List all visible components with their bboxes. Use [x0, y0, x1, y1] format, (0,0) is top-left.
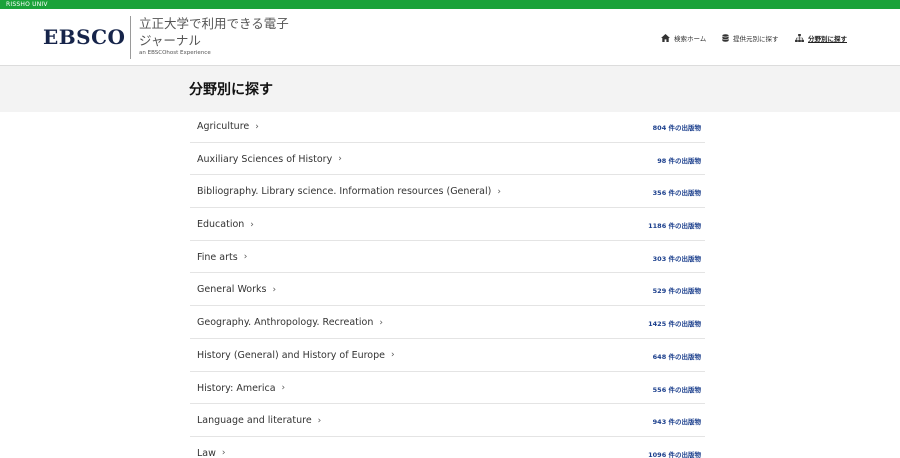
subject-link[interactable]: Auxiliary Sciences of History ›: [197, 154, 342, 165]
publication-count: 943 件の出版物: [652, 418, 701, 427]
publication-count: 98 件の出版物: [657, 156, 701, 165]
chevron-right-icon: ›: [250, 219, 254, 230]
subject-name: General Works: [197, 284, 267, 296]
subject-row[interactable]: Geography. Anthropology. Recreation › 142…: [190, 306, 705, 339]
subject-name: Agriculture: [197, 121, 250, 132]
chevron-right-icon: ›: [379, 317, 383, 328]
subject-link[interactable]: Language and literature ›: [197, 415, 321, 426]
subject-link[interactable]: History (General) and History of Europe ›: [197, 350, 395, 361]
publication-count: 356 件の出版物: [652, 189, 701, 198]
subject-name: History: America: [197, 382, 276, 394]
ebsco-logo[interactable]: EBSCO: [43, 25, 125, 49]
header-divider: [130, 16, 131, 59]
subject-name: Law: [197, 447, 216, 458]
publication-count: 1425 件の出版物: [648, 320, 701, 329]
subject-row[interactable]: Education › 1186 件の出版物: [190, 208, 705, 241]
site-header: EBSCO 立正大学で利用できる電子ジャーナル an EBSCOhost Exp…: [0, 9, 900, 66]
page-title: 分野別に探す: [189, 82, 273, 98]
chevron-right-icon: ›: [497, 186, 501, 197]
subject-row[interactable]: Language and literature › 943 件の出版物: [190, 404, 705, 437]
subject-name: History (General) and History of Europe: [197, 349, 385, 361]
subject-row[interactable]: Bibliography. Library science. Informati…: [190, 175, 705, 209]
subject-name: Auxiliary Sciences of History: [197, 153, 333, 165]
subject-row[interactable]: Agriculture › 804 件の出版物: [190, 110, 705, 143]
page-title-band: [0, 66, 900, 112]
nav-browse-by-provider[interactable]: 提供元別に探す: [722, 33, 779, 43]
subject-row[interactable]: Auxiliary Sciences of History › 98 件の出版物: [190, 143, 705, 176]
publication-count: 556 件の出版物: [652, 385, 701, 394]
subject-list: Agriculture › 804 件の出版物 Auxiliary Science…: [190, 110, 705, 458]
chevron-right-icon: ›: [281, 383, 286, 393]
nav-search-home[interactable]: 検索ホーム: [661, 33, 706, 43]
site-subtitle: an EBSCOhost Experience: [139, 50, 211, 56]
subject-link[interactable]: Bibliography. Library science. Informati…: [197, 186, 501, 197]
chevron-right-icon: ›: [221, 448, 226, 458]
subject-link[interactable]: Law ›: [197, 448, 226, 458]
nav-browse-by-subject-label: 分野別に探す: [808, 35, 847, 43]
database-icon: [722, 34, 729, 42]
nav-browse-by-provider-label: 提供元別に探す: [733, 35, 779, 43]
subject-link[interactable]: Fine arts ›: [197, 252, 247, 263]
top-institution-bar: RISSHO UNIV: [0, 0, 900, 9]
chevron-right-icon: ›: [255, 121, 259, 132]
subject-link[interactable]: Education ›: [197, 219, 254, 230]
chevron-right-icon: ›: [272, 284, 277, 295]
subject-link[interactable]: Agriculture ›: [197, 121, 259, 132]
subject-row[interactable]: History (General) and History of Europe ›…: [190, 339, 705, 372]
subject-row[interactable]: General Works › 529 件の出版物: [190, 273, 705, 307]
subject-name: Geography. Anthropology. Recreation: [197, 317, 374, 329]
nav-browse-by-subject[interactable]: 分野別に探す: [795, 33, 847, 43]
publication-count: 529 件の出版物: [652, 287, 701, 296]
publication-count: 804 件の出版物: [652, 124, 701, 132]
site-title[interactable]: 立正大学で利用できる電子ジャーナル: [139, 15, 299, 49]
publication-count: 303 件の出版物: [652, 254, 701, 263]
publication-count: 648 件の出版物: [652, 352, 701, 361]
subject-row[interactable]: Law › 1096 件の出版物: [190, 437, 705, 458]
subject-name: Fine arts: [197, 251, 238, 263]
institution-name: RISSHO UNIV: [6, 1, 48, 8]
home-icon: [661, 34, 670, 42]
publication-count: 1096 件の出版物: [648, 450, 701, 458]
chevron-right-icon: ›: [338, 154, 342, 165]
subject-link[interactable]: History: America ›: [197, 383, 285, 394]
subject-name: Bibliography. Library science. Informati…: [197, 186, 492, 198]
subject-row[interactable]: Fine arts › 303 件の出版物: [190, 241, 705, 274]
subject-row[interactable]: History: America › 556 件の出版物: [190, 372, 705, 405]
subject-name: Language and literature: [197, 415, 312, 427]
chevron-right-icon: ›: [390, 350, 395, 361]
nav-search-home-label: 検索ホーム: [674, 35, 707, 43]
subject-name: Education: [197, 219, 245, 231]
sitemap-icon: [795, 34, 804, 42]
subject-link[interactable]: General Works ›: [197, 284, 276, 295]
chevron-right-icon: ›: [243, 252, 248, 263]
subject-link[interactable]: Geography. Anthropology. Recreation ›: [197, 317, 383, 328]
chevron-right-icon: ›: [317, 415, 322, 426]
publication-count: 1186 件の出版物: [648, 222, 701, 231]
